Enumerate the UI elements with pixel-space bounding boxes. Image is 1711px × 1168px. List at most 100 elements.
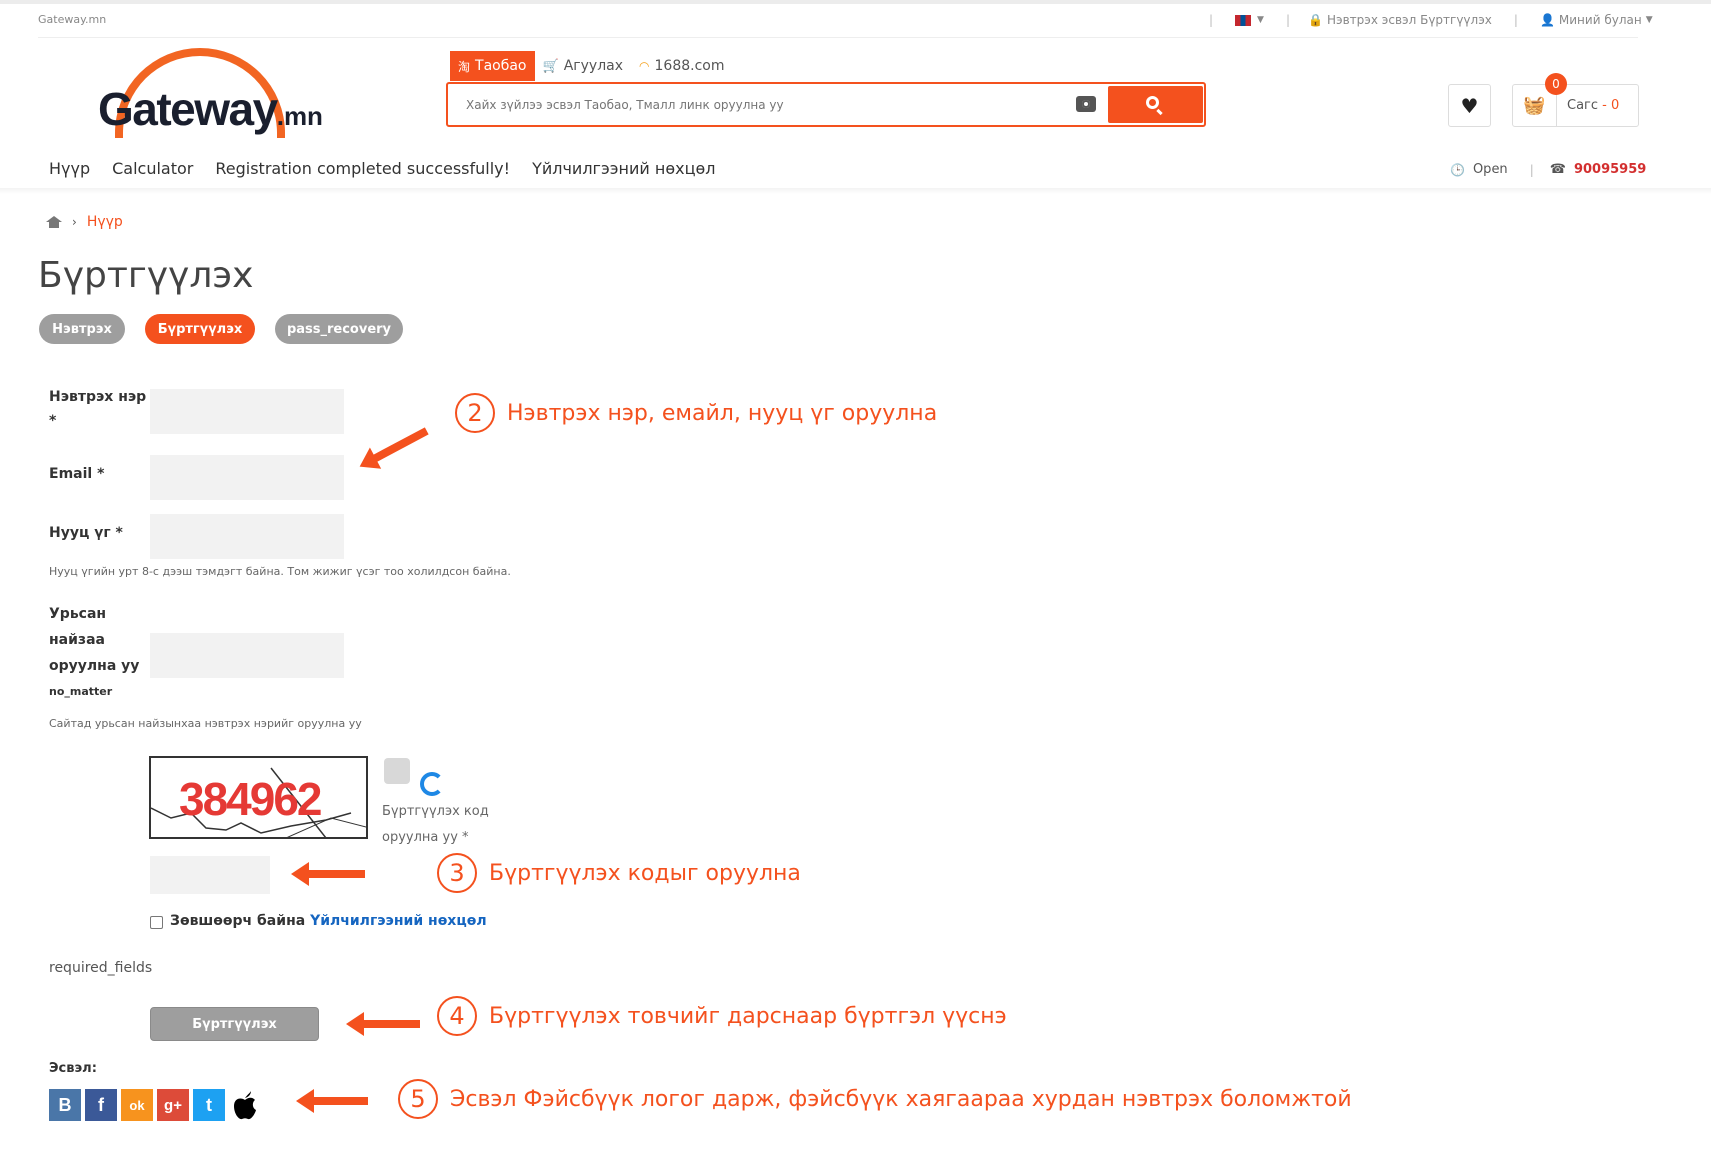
1688-icon: ◠ [639, 59, 650, 73]
captcha-label-line2: оруулна уу * [382, 830, 469, 845]
username-label: Нэвтрэх нэр [49, 389, 147, 405]
referral-sub-label: no_matter [49, 685, 113, 698]
facebook-icon[interactable]: f [85, 1089, 117, 1121]
tab-register[interactable]: Бүртгүүлэх [145, 314, 255, 344]
search-button[interactable] [1108, 86, 1203, 123]
language-selector[interactable]: ▼ [1235, 14, 1264, 26]
arrow-4 [346, 1012, 420, 1036]
open-status: Open [1472, 162, 1508, 177]
user-icon: 👤 [1539, 13, 1555, 27]
twitter-icon[interactable]: t [193, 1089, 225, 1121]
phone-icon: ☎ [1549, 162, 1566, 177]
captcha-input[interactable] [150, 856, 270, 894]
arrow-3 [291, 862, 365, 886]
flag-icon [1235, 14, 1252, 26]
terms-link[interactable]: Үйлчилгээний нөхцөл [310, 913, 487, 929]
password-label: Нууц үг * [49, 525, 123, 541]
password-field[interactable] [150, 514, 344, 559]
apple-glyph [234, 1091, 256, 1120]
tab-label: 1688.com [654, 58, 725, 74]
nav-shadow [0, 188, 1711, 194]
email-label: Email * [49, 466, 105, 482]
search-tabs: 淘 Таобао 🛒 Агуулах ◠ 1688.com [450, 51, 732, 81]
agree-text: Зөвшөөрч байна [170, 913, 306, 929]
odnoklassniki-icon[interactable]: ok [121, 1089, 153, 1121]
password-hint: Нууц үгийн урт 8-с дээш тэмдэгт байна. Т… [49, 565, 511, 578]
clock-icon: 🕒 [1450, 162, 1465, 177]
annotation-number: 4 [437, 996, 477, 1036]
breadcrumb-home[interactable]: Нүүр [87, 214, 123, 230]
annotation-text: Бүртгүүлэх товчийг дарснаар бүртгэл үүсн… [489, 1003, 1007, 1029]
cart-label: Сагс [1567, 98, 1599, 113]
referral-hint: Сайтад урьсан найзынхаа нэвтрэх нэрийг о… [49, 717, 362, 730]
divider: | [1513, 13, 1518, 27]
nav-item-home[interactable]: Нүүр [49, 159, 90, 178]
search-box [446, 82, 1206, 127]
search-icon [1146, 96, 1159, 109]
annotation-3: 3 Бүртгүүлэх кодыг оруулна [437, 853, 801, 893]
top-line [0, 0, 1711, 4]
tab-warehouse[interactable]: 🛒 Агуулах [535, 51, 632, 81]
breadcrumb: › Нүүр [46, 214, 123, 230]
lock-icon: 🔒 [1308, 13, 1323, 27]
refresh-icon[interactable] [420, 772, 444, 796]
captcha-text: 384962 [179, 773, 322, 825]
login-register-link[interactable]: Нэвтрэх эсвэл Бүртгүүлэх [1327, 13, 1492, 27]
vk-icon[interactable]: В [49, 1089, 81, 1121]
annotation-number: 3 [437, 853, 477, 893]
referral-field[interactable] [150, 633, 344, 678]
referral-label-line1: Урьсан [49, 606, 107, 622]
captcha-image: 384962 [149, 756, 368, 839]
search-input[interactable] [466, 93, 1066, 117]
annotation-text: Нэвтрэх нэр, емайл, нууц үг оруулна [507, 400, 938, 426]
referral-label-line3: оруулна уу [49, 658, 140, 674]
logo-text: Gateway [98, 83, 278, 135]
annotation-text: Бүртгүүлэх кодыг оруулна [489, 860, 801, 886]
cart-label-wrap: Сагс - 0 [1557, 98, 1619, 113]
annotation-number: 2 [455, 393, 495, 433]
tab-pass-recovery[interactable]: pass_recovery [275, 314, 403, 344]
taobao-icon: 淘 [458, 59, 471, 74]
tab-login[interactable]: Нэвтрэх [39, 314, 125, 344]
wishlist-button[interactable]: ♥ [1448, 84, 1491, 127]
puzzle-icon[interactable] [384, 758, 410, 784]
annotation-text: Эсвэл Фэйсбүүк логог дарж, фэйсбүүк хаяг… [450, 1086, 1352, 1112]
tab-taobao[interactable]: 淘 Таобао [450, 51, 535, 81]
cart-button[interactable]: 🧺 Сагс - 0 [1512, 84, 1639, 127]
nav-item-terms[interactable]: Үйлчилгээний нөхцөл [532, 159, 715, 178]
cart-small-icon: 🛒 [542, 58, 559, 74]
cart-badge: 0 [1545, 73, 1567, 95]
divider: | [1209, 13, 1214, 27]
nav-item-calculator[interactable]: Calculator [112, 159, 193, 178]
required-mark: * [49, 413, 57, 429]
site-name: Gateway.mn [38, 13, 107, 26]
tab-1688[interactable]: ◠ 1688.com [631, 51, 732, 81]
header-divider [38, 37, 1638, 38]
register-button[interactable]: Бүртгүүлэх [150, 1007, 319, 1041]
divider: | [1529, 162, 1534, 177]
username-field[interactable] [150, 389, 344, 434]
phone-number[interactable]: 90095959 [1574, 162, 1646, 177]
camera-icon[interactable] [1076, 96, 1096, 112]
main-nav: Нүүр Calculator Registration completed s… [49, 159, 715, 178]
top-right-bar: | ▼ | 🔒 Нэвтрэх эсвэл Бүртгүүлэх | 👤 Мин… [1209, 13, 1653, 27]
tab-label: Агуулах [563, 58, 624, 74]
logo[interactable]: Gateway.mn [98, 82, 323, 136]
home-icon[interactable] [46, 216, 62, 228]
annotation-4: 4 Бүртгүүлэх товчийг дарснаар бүртгэл үү… [437, 996, 1007, 1036]
captcha-label-line1: Бүртгүүлэх код [382, 804, 489, 819]
my-account-link[interactable]: Миний булан [1559, 13, 1642, 27]
nav-right: 🕒 Open | ☎ 90095959 [1450, 162, 1646, 177]
or-label: Эсвэл: [49, 1061, 97, 1076]
referral-label-line2: найзаа [49, 632, 105, 648]
caret-down-icon: ▼ [1257, 15, 1264, 25]
apple-icon[interactable] [229, 1089, 261, 1121]
agree-checkbox[interactable] [150, 916, 163, 929]
chevron-down-icon: ▼ [1645, 15, 1653, 25]
google-plus-icon[interactable]: g+ [157, 1089, 189, 1121]
tab-label: Таобао [475, 58, 527, 74]
email-field[interactable] [150, 455, 344, 500]
agree-label: Зөвшөөрч байна Үйлчилгээний нөхцөл [170, 913, 487, 929]
arrow-5 [296, 1089, 368, 1113]
nav-item-registration[interactable]: Registration completed successfully! [215, 159, 510, 178]
